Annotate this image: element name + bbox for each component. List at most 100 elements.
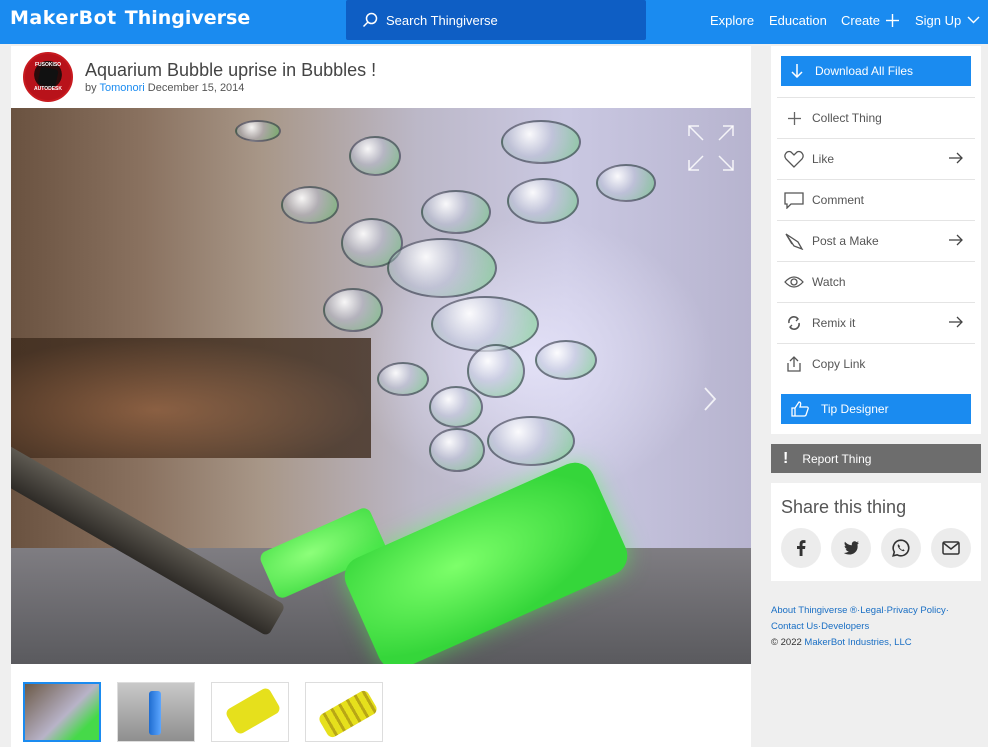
whatsapp-share-button[interactable] (881, 528, 921, 568)
twitter-share-button[interactable] (831, 528, 871, 568)
footer-separator: ®· (850, 605, 861, 616)
photo-bubble (281, 186, 339, 224)
author-link[interactable]: Tomonori (99, 82, 144, 94)
nav-signup-label: Sign Up (915, 12, 962, 28)
photo-bubble (487, 416, 575, 466)
download-all-files-button[interactable]: Download All Files (781, 56, 971, 86)
copy-link-label: Copy Link (812, 357, 866, 371)
facebook-share-button[interactable] (781, 528, 821, 568)
search-icon (362, 12, 378, 28)
thumbnail-1[interactable] (23, 682, 101, 742)
like-button[interactable]: Like (777, 138, 975, 179)
actions-panel: Download All Files Collect Thing Like Co… (771, 46, 981, 434)
download-arrow-icon (791, 64, 803, 78)
post-a-make-button[interactable]: Post a Make (777, 220, 975, 261)
photo-bubble (421, 190, 491, 234)
chevron-down-icon (967, 16, 980, 24)
photo-bubble (535, 340, 597, 380)
thumbnail-2[interactable] (117, 682, 195, 742)
nav-create[interactable]: Create (841, 0, 900, 40)
search-placeholder: Search Thingiverse (386, 12, 498, 28)
makerbot-industries-link[interactable]: MakerBot Industries, LLC (804, 637, 911, 648)
privacy-policy-link[interactable]: Privacy Policy (887, 605, 946, 616)
thumbnail-3[interactable] (211, 682, 289, 742)
photo-bubble (377, 362, 429, 396)
email-share-button[interactable] (931, 528, 971, 568)
whatsapp-icon (892, 539, 910, 557)
watch-button[interactable]: Watch (777, 261, 975, 302)
nav-explore[interactable]: Explore (710, 0, 754, 40)
contact-us-link[interactable]: Contact Us (771, 621, 818, 632)
chevron-right-icon[interactable] (703, 386, 717, 412)
photo-bubble (467, 344, 525, 398)
nav-create-label: Create (841, 12, 881, 28)
search-input[interactable]: Search Thingiverse (346, 0, 646, 40)
report-thing-label: Report Thing (802, 451, 872, 466)
avatar-logo-mark (37, 66, 59, 88)
remix-label: Remix it (812, 316, 856, 330)
footer-separator: · (945, 605, 949, 616)
thing-title: Aquarium Bubble uprise in Bubbles ! (85, 60, 377, 80)
thumbs-up-icon (791, 401, 809, 417)
makerbot-thingiverse-logo[interactable]: MakerBot Thingiverse (10, 7, 250, 33)
plus-icon (886, 13, 900, 27)
author-avatar[interactable]: FUSOKISO AUTODESK (23, 52, 73, 102)
publish-date: December 15, 2014 (147, 82, 245, 94)
arrow-right-icon (949, 152, 963, 164)
main-photo[interactable] (11, 108, 751, 664)
photo-bubble (323, 288, 383, 332)
photo-bubble (429, 428, 485, 472)
nav-signup[interactable]: Sign Up (915, 0, 980, 40)
collect-thing-button[interactable]: Collect Thing (777, 97, 975, 138)
download-label: Download All Files (815, 64, 914, 78)
photo-bubble (501, 120, 581, 164)
about-link[interactable]: About Thingiverse (771, 605, 847, 616)
nav-education-label: Education (769, 12, 827, 28)
photo-bubble (429, 386, 483, 428)
thing-card: FUSOKISO AUTODESK Aquarium Bubble uprise… (11, 46, 751, 747)
heart-icon (783, 149, 805, 169)
photo-bubble (507, 178, 579, 224)
twitter-icon (843, 541, 859, 555)
envelope-icon (942, 541, 960, 555)
comment-button[interactable]: Comment (777, 179, 975, 220)
thumbnail-4[interactable] (305, 682, 383, 742)
developers-link[interactable]: Developers (821, 621, 869, 632)
comment-label: Comment (812, 193, 865, 207)
watch-label: Watch (812, 275, 846, 289)
eye-icon (783, 272, 805, 292)
photo-bubble (387, 238, 497, 298)
photo-bubble (431, 296, 539, 352)
copyright-text: © 2022 (771, 637, 805, 648)
thing-byline: by Tomonori December 15, 2014 (85, 82, 244, 94)
facebook-icon (797, 540, 806, 556)
arrow-right-icon (949, 316, 963, 328)
expand-icon[interactable] (687, 124, 735, 172)
tip-designer-button[interactable]: Tip Designer (781, 394, 971, 424)
photo-gravel (11, 338, 371, 458)
remix-icon (783, 313, 805, 333)
report-thing-button[interactable]: ! Report Thing (771, 444, 981, 473)
plus-icon (783, 108, 805, 128)
comment-icon (783, 190, 805, 210)
share-panel: Share this thing (771, 483, 981, 581)
like-label: Like (812, 152, 835, 166)
thumbnail-strip (23, 682, 383, 742)
remix-button[interactable]: Remix it (777, 302, 975, 343)
arrow-right-icon (949, 234, 963, 246)
make-icon (783, 231, 805, 251)
by-prefix: by (85, 82, 97, 94)
footer-line-2: Contact Us·Developers (771, 619, 983, 635)
exclamation-icon: ! (783, 449, 789, 467)
photo-bubble (596, 164, 656, 202)
tip-designer-label: Tip Designer (821, 402, 889, 416)
photo-bubble (235, 120, 281, 142)
copy-link-button[interactable]: Copy Link (777, 343, 975, 384)
avatar-text-bottom: AUTODESK (34, 86, 62, 92)
nav-education[interactable]: Education (769, 0, 827, 40)
legal-link[interactable]: Legal (860, 605, 883, 616)
footer-line-1: About Thingiverse ®·Legal ·Privacy Policy… (771, 603, 983, 619)
logo-makerbot: MakerBot (10, 7, 117, 29)
collect-label: Collect Thing (812, 111, 882, 125)
top-bar: MakerBot Thingiverse Search Thingiverse … (0, 0, 988, 44)
